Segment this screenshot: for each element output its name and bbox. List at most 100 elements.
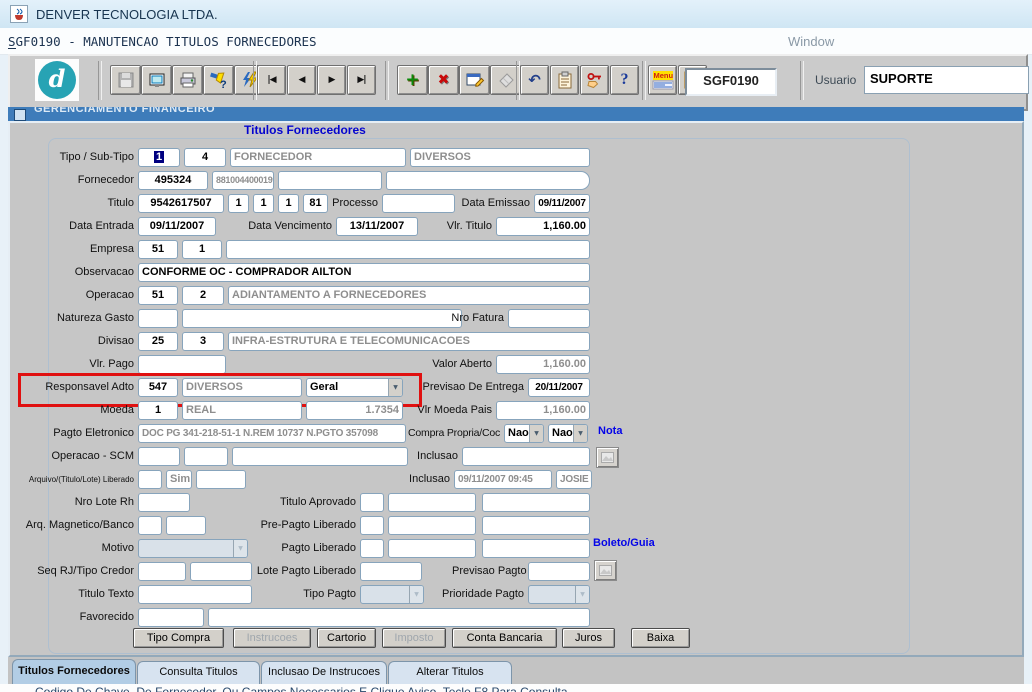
processo-field[interactable]	[382, 194, 455, 213]
imposto-button[interactable]: Imposto	[382, 628, 446, 648]
inclusao-field[interactable]	[462, 447, 590, 466]
operacao-desc-field[interactable]: ADIANTAMENTO A FORNECEDORES	[228, 286, 590, 305]
nota-link[interactable]: Nota	[598, 425, 622, 437]
nro-lote-rh-field[interactable]	[138, 493, 190, 512]
fornecedor-name-field[interactable]	[386, 171, 590, 190]
operacao-field[interactable]: 51	[138, 286, 178, 305]
boleto-guia-link[interactable]: Boleto/Guia	[593, 537, 655, 549]
titulo-aprovado-flag-field[interactable]	[360, 493, 384, 512]
tipo-compra-button[interactable]: Tipo Compra	[133, 628, 224, 648]
lote-pagto-field[interactable]	[360, 562, 422, 581]
first-record-button[interactable]: |◀	[257, 65, 286, 95]
tipo-desc-field[interactable]: FORNECEDOR	[230, 148, 406, 167]
tab-alterar-titulos[interactable]: Alterar Titulos	[388, 661, 512, 684]
insert-record-button[interactable]: +	[397, 65, 428, 95]
fornecedor-doc-field[interactable]: 8810044000199	[212, 171, 274, 190]
moeda-field[interactable]: 1	[138, 401, 178, 420]
vlr-pago-field[interactable]	[138, 355, 226, 374]
tab-titulos-fornecedores[interactable]: Titulos Fornecedores	[12, 659, 136, 684]
tipo-field[interactable]: 1	[138, 148, 180, 167]
motivo-dropdown[interactable]	[138, 539, 248, 558]
data-emissao-field[interactable]: 09/11/2007	[534, 194, 590, 213]
tab-consulta-titulos[interactable]: Consulta Titulos	[137, 661, 260, 684]
vlr-titulo-field[interactable]: 1,160.00	[496, 217, 590, 236]
pre-pagto-user-field[interactable]	[482, 516, 590, 535]
subtipo-desc-field[interactable]: DIVERSOS	[410, 148, 590, 167]
fornecedor-field[interactable]: 495324	[138, 171, 208, 190]
conta-bancaria-button[interactable]: Conta Bancaria	[452, 628, 557, 648]
pagto-liberado-user-field[interactable]	[482, 539, 590, 558]
titulo-texto-field[interactable]	[138, 585, 252, 604]
seq-rj-field[interactable]	[138, 562, 186, 581]
arquivo-field[interactable]	[138, 470, 162, 489]
nro-fatura-field[interactable]	[508, 309, 590, 328]
responsavel-adto-tipo-dropdown[interactable]: Geral	[306, 378, 403, 397]
clipboard-button[interactable]	[550, 65, 579, 95]
delete-record-button[interactable]: ✖	[428, 65, 459, 95]
titulo-seq1-field[interactable]: 1	[228, 194, 249, 213]
enter-query-button[interactable]: ?	[203, 65, 234, 95]
usuario-field[interactable]: SUPORTE	[864, 66, 1029, 94]
titulo-seq2-field[interactable]: 1	[253, 194, 274, 213]
pagto-eletronico-field[interactable]: DOC PG 341-218-51-1 N.REM 10737 N.PGTO 3…	[138, 424, 406, 443]
arquivo-sim-field[interactable]: Sim	[166, 470, 192, 489]
screen-button[interactable]	[141, 65, 172, 95]
pagto-liberado-data-field[interactable]	[388, 539, 476, 558]
compra-propria-dropdown[interactable]: Nao	[504, 424, 544, 443]
previsao-pagto-field[interactable]	[528, 562, 590, 581]
moeda-desc-field[interactable]: REAL	[182, 401, 302, 420]
inclusao-datetime-field[interactable]: 09/11/2007 09:45	[454, 470, 552, 489]
responsavel-adto-desc-field[interactable]: DIVERSOS	[182, 378, 302, 397]
tipo-pagto-dropdown[interactable]	[360, 585, 424, 604]
subtipo-field[interactable]: 4	[184, 148, 226, 167]
data-entrada-field[interactable]: 09/11/2007	[138, 217, 216, 236]
pagto-liberado-flag-field[interactable]	[360, 539, 384, 558]
tipo-credor-field[interactable]	[190, 562, 252, 581]
next-record-button[interactable]: ▶	[317, 65, 346, 95]
prioridade-pagto-dropdown[interactable]	[528, 585, 590, 604]
natureza-gasto-field[interactable]	[138, 309, 178, 328]
juros-button[interactable]: Juros	[562, 628, 615, 648]
titulo-aprovado-data-field[interactable]	[388, 493, 476, 512]
vlr-moeda-pais-field[interactable]: 1,160.00	[496, 401, 590, 420]
moeda-taxa-field[interactable]: 1.7354	[306, 401, 403, 420]
observacao-field[interactable]: CONFORME OC - COMPRADOR AILTON	[138, 263, 590, 282]
window-menu[interactable]: Window	[788, 34, 834, 49]
lote-liberado-field[interactable]	[196, 470, 246, 489]
inclusao-user-field[interactable]: JOSIE	[556, 470, 592, 489]
titulo-aprovado-user-field[interactable]	[482, 493, 590, 512]
natureza-gasto-desc-field[interactable]	[182, 309, 462, 328]
edit-window-button[interactable]	[459, 65, 490, 95]
titulo-seq3-field[interactable]: 1	[278, 194, 299, 213]
operacao-scm-field3[interactable]	[232, 447, 408, 466]
operacao-scm-field1[interactable]	[138, 447, 180, 466]
divisao-sub-field[interactable]: 3	[182, 332, 224, 351]
instrucoes-button[interactable]: Instrucoes	[233, 628, 311, 648]
last-record-button[interactable]: ▶|	[347, 65, 376, 95]
favorecido-field[interactable]	[138, 608, 204, 627]
empresa-field[interactable]: 51	[138, 240, 178, 259]
undo-button[interactable]: ↶	[520, 65, 549, 95]
valor-aberto-field[interactable]: 1,160.00	[496, 355, 590, 374]
display-keys-button[interactable]	[580, 65, 609, 95]
titulo-num-field[interactable]: 9542617507	[138, 194, 224, 213]
banco-field[interactable]	[166, 516, 206, 535]
help-button[interactable]: ?	[610, 65, 639, 95]
empresa-desc-field[interactable]	[226, 240, 590, 259]
tab-inclusao-instrucoes[interactable]: Inclusao De Instrucoes	[261, 661, 387, 684]
titulo-seq4-field[interactable]: 81	[303, 194, 328, 213]
previsao-entrega-field[interactable]: 20/11/2007	[528, 378, 590, 397]
fornecedor-extra-field[interactable]	[278, 171, 382, 190]
menu-button[interactable]: Menu	[648, 65, 677, 95]
data-vencimento-field[interactable]: 13/11/2007	[336, 217, 418, 236]
coc-dropdown[interactable]: Nao	[548, 424, 588, 443]
save-button[interactable]	[110, 65, 141, 95]
print-button[interactable]	[172, 65, 203, 95]
responsavel-adto-field[interactable]: 547	[138, 378, 178, 397]
favorecido-nome-field[interactable]	[208, 608, 590, 627]
empresa-filial-field[interactable]: 1	[182, 240, 222, 259]
pre-pagto-flag-field[interactable]	[360, 516, 384, 535]
divisao-field[interactable]: 25	[138, 332, 178, 351]
previous-record-button[interactable]: ◀	[287, 65, 316, 95]
operacao-sub-field[interactable]: 2	[182, 286, 224, 305]
